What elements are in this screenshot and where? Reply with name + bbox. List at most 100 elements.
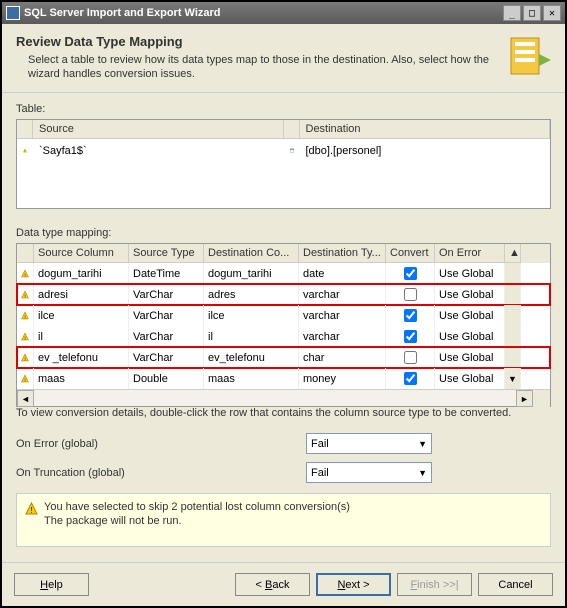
on-truncation-global-value: Fail: [311, 467, 329, 479]
dest-column: maas: [204, 368, 299, 389]
mapping-header-source-type[interactable]: Source Type: [129, 244, 204, 263]
scroll-left-button[interactable]: ◄: [17, 390, 34, 407]
table-label: Table:: [16, 103, 551, 115]
scroll-track-v[interactable]: [505, 284, 521, 305]
dest-type: money: [299, 368, 386, 389]
table-icon: [290, 144, 294, 157]
mapping-row[interactable]: !adresiVarCharadresvarcharUse Global: [17, 284, 550, 305]
source-type: Double: [129, 368, 204, 389]
minimize-button[interactable]: _: [503, 5, 521, 21]
convert-checkbox[interactable]: [404, 330, 417, 343]
info-line2: The package will not be run.: [44, 514, 350, 528]
warning-icon: !: [21, 288, 29, 301]
on-truncation-global-dropdown[interactable]: Fail ▼: [306, 462, 432, 483]
svg-text:!: !: [24, 335, 25, 341]
scroll-up-button[interactable]: ▲: [505, 244, 521, 263]
svg-text:!: !: [30, 506, 32, 515]
on-error-cell[interactable]: Use Global: [435, 326, 505, 347]
dest-type: date: [299, 263, 386, 284]
info-panel: ! You have selected to skip 2 potential …: [16, 493, 551, 547]
mapping-header-icon[interactable]: [17, 244, 34, 263]
table-header-icon-col2[interactable]: [284, 120, 300, 138]
scroll-track-h[interactable]: [34, 390, 516, 406]
scroll-track-v[interactable]: [505, 326, 521, 347]
source-type: VarChar: [129, 326, 204, 347]
convert-checkbox[interactable]: [404, 309, 417, 322]
dest-column: adres: [204, 284, 299, 305]
scroll-right-button[interactable]: ►: [516, 390, 533, 407]
dest-column: dogum_tarihi: [204, 263, 299, 284]
page-description: Select a table to review how its data ty…: [16, 53, 495, 82]
convert-checkbox[interactable]: [404, 351, 417, 364]
on-error-global-value: Fail: [311, 438, 329, 450]
chevron-down-icon: ▼: [418, 468, 427, 478]
svg-text:!: !: [24, 272, 25, 278]
convert-checkbox[interactable]: [404, 372, 417, 385]
on-error-cell[interactable]: Use Global: [435, 368, 505, 389]
convert-checkbox[interactable]: [404, 267, 417, 280]
help-button[interactable]: Help: [14, 573, 89, 596]
source-column: dogum_tarihi: [34, 263, 129, 284]
source-column: ilce: [34, 305, 129, 326]
table-header-destination[interactable]: Destination: [300, 120, 551, 138]
source-column: ev _telefonu: [34, 347, 129, 368]
finish-button[interactable]: Finish >>|: [397, 573, 472, 596]
scroll-track-v[interactable]: [505, 347, 521, 368]
svg-text:!: !: [24, 356, 25, 362]
on-error-global-dropdown[interactable]: Fail ▼: [306, 433, 432, 454]
convert-checkbox[interactable]: [404, 288, 417, 301]
mapping-header-dest-type[interactable]: Destination Ty...: [299, 244, 386, 263]
wizard-header: Review Data Type Mapping Select a table …: [2, 24, 565, 93]
mapping-note: To view conversion details, double-click…: [16, 407, 551, 419]
info-line1: You have selected to skip 2 potential lo…: [44, 500, 350, 514]
scroll-track-v[interactable]: [505, 305, 521, 326]
close-button[interactable]: ✕: [543, 5, 561, 21]
mapping-row[interactable]: !maasDoublemaasmoneyUse Global▼: [17, 368, 550, 389]
chevron-down-icon: ▼: [418, 439, 427, 449]
mapping-row[interactable]: !ilVarCharilvarcharUse Global: [17, 326, 550, 347]
scroll-track-v[interactable]: ▼: [505, 368, 521, 389]
scroll-corner: [533, 390, 550, 407]
app-icon: [6, 6, 20, 20]
page-title: Review Data Type Mapping: [16, 34, 495, 49]
warning-icon: !: [21, 351, 29, 364]
dest-table-name: [dbo].[personel]: [300, 141, 551, 160]
warning-icon: !: [25, 502, 38, 515]
source-type: DateTime: [129, 263, 204, 284]
warning-icon: !: [21, 267, 29, 280]
warning-icon: !: [21, 372, 29, 385]
source-type: VarChar: [129, 347, 204, 368]
dest-column: ilce: [204, 305, 299, 326]
table-header-source[interactable]: Source: [33, 120, 284, 138]
source-column: maas: [34, 368, 129, 389]
source-column: adresi: [34, 284, 129, 305]
mapping-grid: Source Column Source Type Destination Co…: [16, 243, 551, 407]
mapping-row[interactable]: !ev _telefonuVarCharev_telefonucharUse G…: [17, 347, 550, 368]
table-header-icon-col[interactable]: [17, 120, 33, 138]
next-button[interactable]: Next >: [316, 573, 391, 596]
maximize-button[interactable]: □: [523, 5, 541, 21]
mapping-header-dest-col[interactable]: Destination Co...: [204, 244, 299, 263]
on-error-cell[interactable]: Use Global: [435, 347, 505, 368]
scroll-track-v[interactable]: [505, 263, 521, 284]
mapping-header-on-error[interactable]: On Error: [435, 244, 505, 263]
table-row[interactable]: ! `Sayfa1$` [dbo].[personel]: [17, 139, 550, 162]
back-button[interactable]: < Back: [235, 573, 310, 596]
cancel-button[interactable]: Cancel: [478, 573, 553, 596]
on-error-cell[interactable]: Use Global: [435, 263, 505, 284]
source-type: VarChar: [129, 305, 204, 326]
svg-text:!: !: [24, 293, 25, 299]
on-error-cell[interactable]: Use Global: [435, 284, 505, 305]
mapping-row[interactable]: !dogum_tarihiDateTimedogum_tarihidateUse…: [17, 263, 550, 284]
mapping-header-convert[interactable]: Convert: [386, 244, 435, 263]
mapping-header-source-col[interactable]: Source Column: [34, 244, 129, 263]
on-error-global-label: On Error (global): [16, 438, 306, 450]
table-list: Source Destination ! `Sayfa1$` [dbo].[pe…: [16, 119, 551, 209]
dest-type: varchar: [299, 326, 386, 347]
mapping-label: Data type mapping:: [16, 227, 551, 239]
mapping-row[interactable]: !ilceVarCharilcevarcharUse Global: [17, 305, 550, 326]
source-table-name: `Sayfa1$`: [33, 141, 284, 160]
warning-icon: !: [21, 330, 29, 343]
svg-text:!: !: [24, 314, 25, 320]
on-error-cell[interactable]: Use Global: [435, 305, 505, 326]
